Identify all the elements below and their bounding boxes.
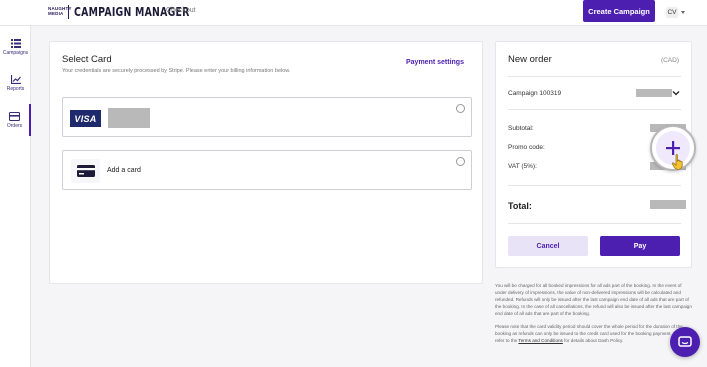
add-card-option[interactable]: Add a card xyxy=(62,150,472,190)
chart-icon xyxy=(10,74,21,84)
disclaimer-paragraph: You will be charged for all booked impre… xyxy=(495,283,692,316)
brand-divider xyxy=(68,5,69,19)
billing-disclaimer: You will be charged for all booked impre… xyxy=(495,282,693,344)
chat-support-button[interactable] xyxy=(670,327,700,357)
add-card-label: Add a card xyxy=(107,167,141,174)
disclaimer-paragraph: Please note that the card validity perio… xyxy=(495,323,693,344)
sidebar-item-label: Reports xyxy=(6,85,25,92)
order-currency: (CAD) xyxy=(660,57,679,64)
divider xyxy=(508,223,681,224)
payment-settings-link[interactable]: Payment settings xyxy=(406,59,464,66)
cancel-button[interactable]: Cancel xyxy=(508,236,588,256)
campaign-name: Campaign 100319 xyxy=(508,90,562,97)
masked-campaign-amount xyxy=(636,89,672,97)
sidebar-item-orders[interactable]: Orders xyxy=(0,104,31,136)
select-card-panel: Select Card Your credentials are securel… xyxy=(49,41,483,284)
saved-card-radio[interactable] xyxy=(456,104,465,113)
masked-total xyxy=(650,200,686,209)
breadcrumb: Checkout xyxy=(166,7,196,14)
visa-icon: VISA xyxy=(70,110,101,127)
saved-card-option[interactable]: VISA xyxy=(62,97,472,137)
select-card-subtitle: Your credentials are securely processed … xyxy=(62,68,291,74)
hand-pointer-icon xyxy=(671,154,683,170)
chat-icon xyxy=(678,335,692,347)
chevron-down-icon[interactable] xyxy=(681,10,685,14)
promo-code-label: Promo code: xyxy=(508,144,545,151)
pay-button[interactable]: Pay xyxy=(600,236,680,256)
sidebar-item-reports[interactable]: Reports xyxy=(0,68,31,98)
vat-label: VAT (5%): xyxy=(508,163,537,170)
sidebar-item-label: Campaigns xyxy=(2,49,29,56)
avatar[interactable]: CV xyxy=(666,6,678,18)
terms-and-conditions-link[interactable]: Terms and Conditions xyxy=(518,338,562,343)
add-card-radio[interactable] xyxy=(456,157,465,166)
sidebar: Campaigns Reports Orders xyxy=(0,26,31,367)
divider xyxy=(508,185,681,186)
sidebar-item-label: Orders xyxy=(6,122,23,129)
masked-card-number xyxy=(108,108,150,128)
list-icon xyxy=(10,38,21,48)
disclaimer-text: for details about Dash Policy. xyxy=(562,338,624,343)
select-card-title: Select Card xyxy=(62,54,112,65)
divider xyxy=(508,76,681,77)
user-menu[interactable]: CV xyxy=(666,6,685,18)
top-header: NAUGHTY MEDIA CAMPAIGN MANAGER Checkout … xyxy=(0,0,707,26)
divider xyxy=(508,109,681,110)
total-label: Total: xyxy=(508,201,532,211)
credit-card-icon xyxy=(71,159,100,183)
subtotal-label: Subtotal: xyxy=(508,125,534,132)
order-title: New order xyxy=(508,54,552,65)
sidebar-item-campaigns[interactable]: Campaigns xyxy=(0,32,31,62)
orders-icon xyxy=(9,111,20,121)
create-campaign-button[interactable]: Create Campaign xyxy=(583,0,655,22)
chevron-down-icon[interactable] xyxy=(672,90,680,96)
